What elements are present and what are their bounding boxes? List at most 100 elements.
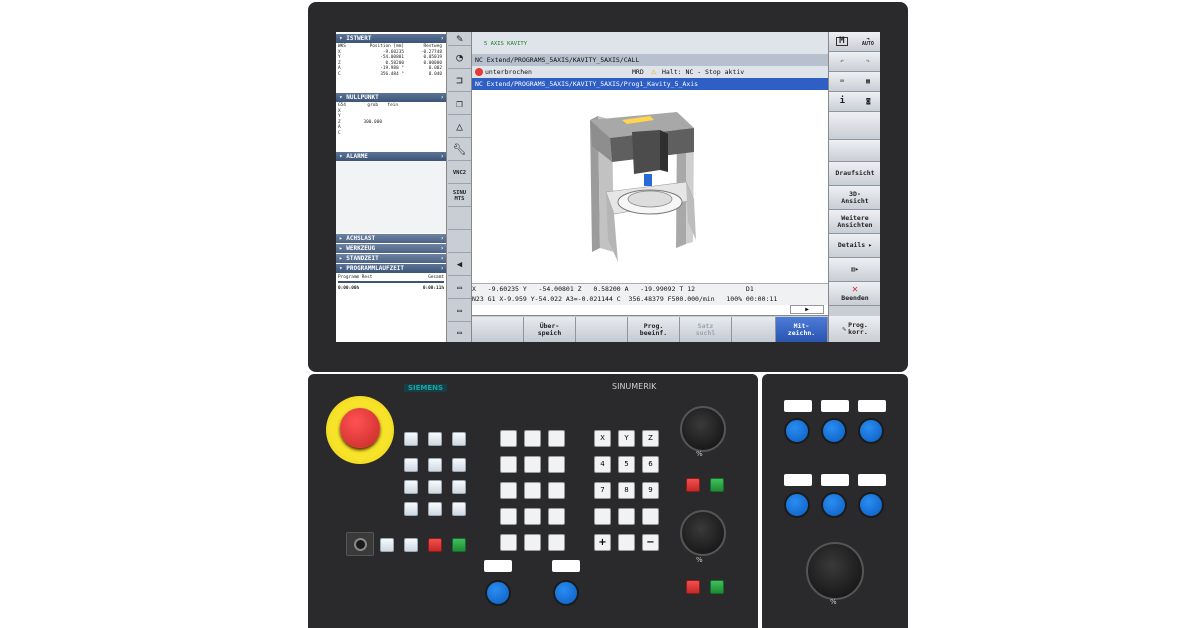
ansicht-3d-button[interactable]: 3D- Ansicht [829, 186, 880, 210]
window-icon[interactable]: ▭ [448, 300, 471, 322]
alarme-header[interactable]: ▾ ALARME › [336, 152, 446, 161]
axis-key-4[interactable]: 4 [594, 456, 611, 473]
function-key[interactable] [452, 480, 466, 494]
blue-function-button[interactable] [485, 580, 511, 606]
arrow-left-icon[interactable]: ◀ [448, 254, 471, 276]
axis-key-5[interactable]: 5 [618, 456, 635, 473]
hsoftkey-3[interactable] [576, 317, 628, 342]
user-key[interactable] [524, 430, 541, 447]
window-icon[interactable]: ▭ [448, 321, 471, 342]
axis-key-y[interactable]: Y [618, 430, 635, 447]
standzeit-row[interactable]: ▸ STANDZEIT › [336, 254, 446, 263]
wrench-icon[interactable]: 🔧︎ [448, 139, 471, 161]
sinumerik-icon[interactable]: SINU MTS [448, 185, 471, 207]
function-key[interactable] [380, 538, 394, 552]
redo-icon[interactable]: ↷ [866, 58, 870, 65]
blank-vkey[interactable] [448, 208, 471, 230]
axis-key-8[interactable]: 8 [618, 482, 635, 499]
beenden-button[interactable]: ✕ Beenden [829, 282, 880, 306]
user-key[interactable] [524, 482, 541, 499]
keyboard-icon[interactable]: ⌨ [840, 78, 844, 85]
mode-key[interactable] [452, 432, 466, 446]
user-key[interactable] [548, 482, 565, 499]
blue-function-button[interactable] [821, 418, 847, 444]
function-key[interactable] [404, 538, 418, 552]
user-key[interactable] [500, 534, 517, 551]
key-switch[interactable] [354, 538, 367, 551]
rapid-key[interactable] [618, 534, 635, 551]
user-key[interactable] [548, 508, 565, 525]
undo-icon[interactable]: ↶ [840, 58, 844, 65]
machine-m-icon[interactable]: M [836, 37, 848, 46]
axis-key[interactable] [642, 508, 659, 525]
function-key[interactable] [404, 480, 418, 494]
blank-vkey[interactable] [448, 231, 471, 253]
programmlaufzeit-header[interactable]: ▾ PROGRAMMLAUFZEIT › [336, 264, 446, 273]
function-key[interactable] [452, 502, 466, 516]
axis-key[interactable] [618, 508, 635, 525]
function-key[interactable] [428, 502, 442, 516]
minus-key[interactable]: − [642, 534, 659, 551]
prog-korr-button[interactable]: ✎ Prog. korr. [829, 316, 880, 342]
selected-program-bar[interactable]: NC Extend/PROGRAMS_5AXIS/KAVITY_5AXIS/Pr… [472, 78, 828, 90]
bracket-icon[interactable]: ⊐ [448, 70, 471, 92]
measure-icon[interactable]: ◔ [448, 47, 471, 69]
cycle-start-button[interactable] [452, 538, 466, 552]
function-key[interactable] [428, 480, 442, 494]
feed-override-knob[interactable] [680, 510, 726, 556]
achslast-row[interactable]: ▸ ACHSLAST › [336, 234, 446, 243]
feed-stop-button[interactable] [686, 580, 700, 594]
nullpunkt-header[interactable]: ▾ NULLPUNKT › [336, 93, 446, 102]
blue-function-button[interactable] [858, 418, 884, 444]
vsoftkey-1[interactable] [829, 112, 880, 140]
rapid-override-knob[interactable] [806, 542, 864, 600]
function-key[interactable] [404, 458, 418, 472]
user-key[interactable] [548, 534, 565, 551]
edit-icon[interactable]: ✎ [448, 32, 471, 46]
blue-function-button[interactable] [821, 492, 847, 518]
info-icon[interactable]: i [840, 97, 845, 106]
spindle-override-knob[interactable] [680, 406, 726, 452]
plus-key[interactable]: + [594, 534, 611, 551]
blue-function-button[interactable] [553, 580, 579, 606]
axis-key-z[interactable]: Z [642, 430, 659, 447]
mitzeichn-button[interactable]: Mit- zeichn. [776, 317, 828, 342]
triangle-icon[interactable]: △ [448, 116, 471, 138]
vnc2-icon[interactable]: VNC2 [448, 162, 471, 184]
axis-key-9[interactable]: 9 [642, 482, 659, 499]
weitere-ansichten-button[interactable]: Weitere Ansichten [829, 210, 880, 234]
cycle-stop-button[interactable] [428, 538, 442, 552]
scale-button[interactable]: ▥▸ [829, 258, 880, 282]
vsoftkey-2[interactable] [829, 140, 880, 162]
blue-function-button[interactable] [784, 418, 810, 444]
user-key[interactable] [500, 508, 517, 525]
user-key[interactable] [524, 508, 541, 525]
calculator-icon[interactable]: ▦ [866, 78, 870, 85]
werkzeug-row[interactable]: ▸ WERKZEUG › [336, 244, 446, 253]
user-key[interactable] [500, 482, 517, 499]
user-key[interactable] [548, 430, 565, 447]
simulation-3d-view[interactable] [472, 90, 828, 282]
user-key[interactable] [500, 430, 517, 447]
function-key[interactable] [428, 458, 442, 472]
emergency-stop-button[interactable] [340, 408, 380, 448]
blue-function-button[interactable] [784, 492, 810, 518]
istwert-header[interactable]: ▾ ISTWERT › [336, 34, 446, 43]
copy-icon[interactable]: ❐ [448, 93, 471, 115]
user-key[interactable] [524, 534, 541, 551]
user-key[interactable] [500, 456, 517, 473]
function-key[interactable] [404, 502, 418, 516]
mode-key[interactable] [428, 432, 442, 446]
user-key[interactable] [524, 456, 541, 473]
hsoftkey-1[interactable] [472, 317, 524, 342]
draufsicht-button[interactable]: Draufsicht [829, 162, 880, 186]
feed-start-button[interactable] [710, 580, 724, 594]
arrow-right-icon[interactable]: ▶ [790, 305, 824, 314]
satz-suchl-button[interactable]: Satz suchl [680, 317, 732, 342]
hsoftkey-6[interactable] [732, 317, 776, 342]
prog-beeinf-button[interactable]: Prog. beeinf. [628, 317, 680, 342]
details-button[interactable]: Details ▸ [829, 234, 880, 258]
spindle-stop-button[interactable] [686, 478, 700, 492]
mode-key[interactable] [404, 432, 418, 446]
ueberspeich-button[interactable]: Über- speich [524, 317, 576, 342]
